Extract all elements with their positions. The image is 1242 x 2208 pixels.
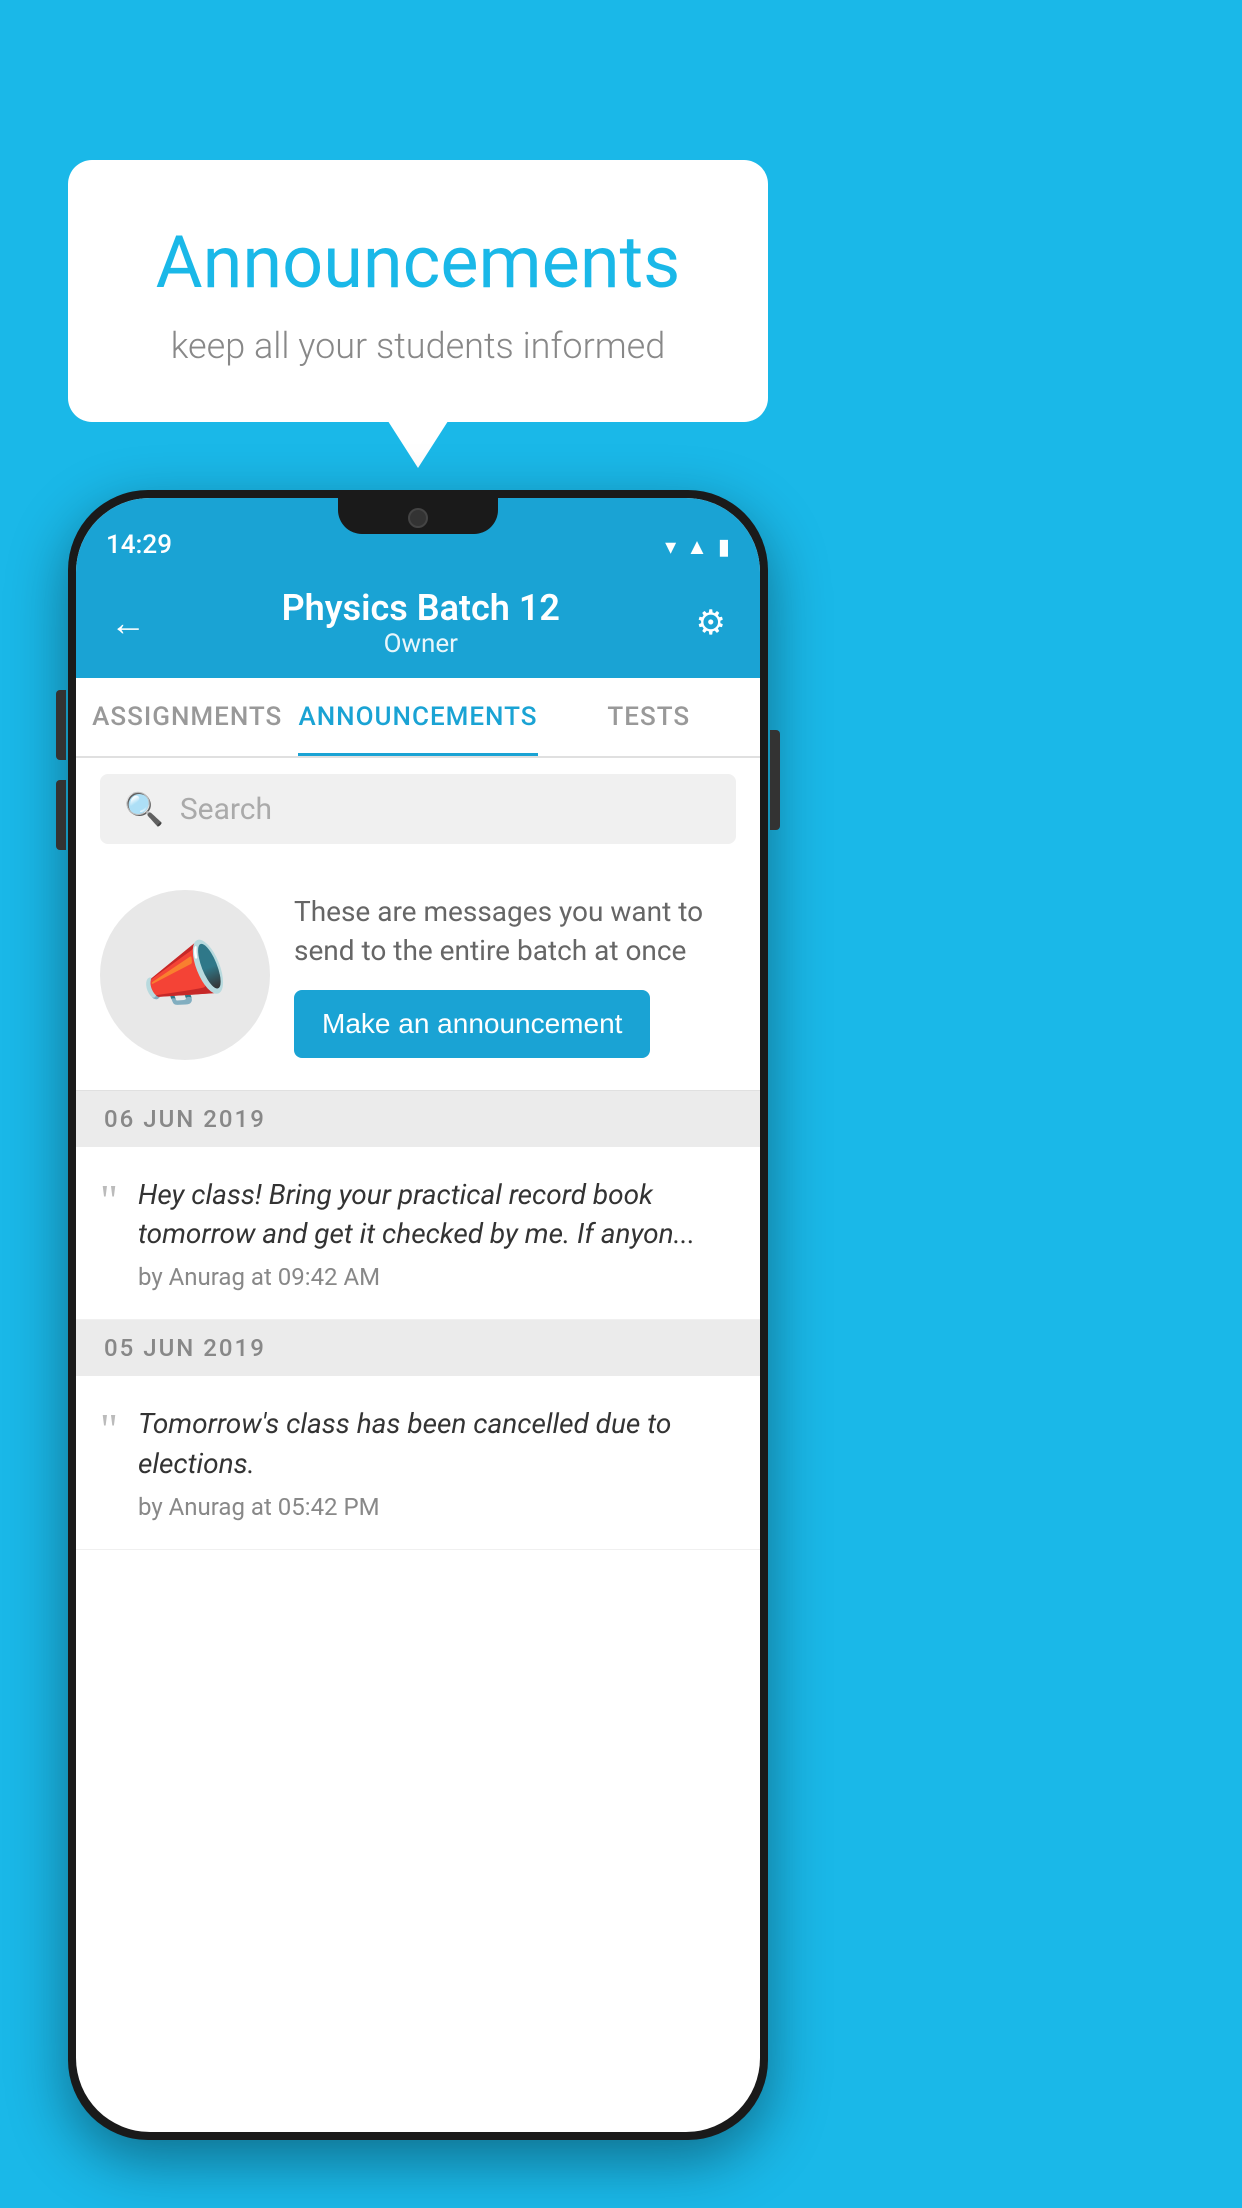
tab-assignments[interactable]: ASSIGNMENTS — [76, 678, 298, 756]
front-camera — [408, 508, 428, 528]
promo-right: These are messages you want to send to t… — [294, 892, 736, 1058]
date-divider-1: 06 JUN 2019 — [76, 1091, 760, 1147]
announcement-meta-2: by Anurag at 05:42 PM — [138, 1493, 736, 1521]
quote-icon-1: " — [100, 1179, 118, 1223]
tab-announcements[interactable]: ANNOUNCEMENTS — [298, 678, 537, 756]
announcement-content-2: Tomorrow's class has been cancelled due … — [138, 1404, 736, 1520]
megaphone-icon: 📣 — [141, 934, 228, 1016]
announcement-meta-1: by Anurag at 09:42 AM — [138, 1263, 736, 1291]
quote-icon-2: " — [100, 1408, 118, 1452]
gear-icon[interactable]: ⚙ — [686, 593, 736, 653]
announcement-text-1: Hey class! Bring your practical record b… — [138, 1175, 736, 1253]
content-area: 🔍 Search 📣 These are messages you want t… — [76, 758, 760, 1550]
status-icons: ▾ ▲ ▮ — [665, 534, 730, 560]
battery-icon: ▮ — [718, 535, 730, 560]
volume-down-button[interactable] — [56, 780, 66, 850]
announcement-item-1[interactable]: " Hey class! Bring your practical record… — [76, 1147, 760, 1320]
search-icon: 🔍 — [124, 790, 164, 828]
search-placeholder: Search — [180, 792, 272, 827]
app-bar: ← Physics Batch 12 Owner ⚙ — [76, 568, 760, 678]
speech-bubble-wrapper: Announcements keep all your students inf… — [68, 160, 768, 422]
announcement-text-2: Tomorrow's class has been cancelled due … — [138, 1404, 736, 1482]
batch-role: Owner — [156, 629, 686, 659]
app-bar-title: Physics Batch 12 Owner — [156, 587, 686, 659]
phone-outer: 14:29 ▾ ▲ ▮ ← Physics Batch 12 Owner ⚙ — [68, 490, 768, 2140]
wifi-icon: ▾ — [665, 535, 676, 560]
promo-icon-circle: 📣 — [100, 890, 270, 1060]
announcements-subtitle: keep all your students informed — [118, 325, 718, 367]
search-bar-wrapper: 🔍 Search — [76, 758, 760, 860]
tab-tests[interactable]: TESTS — [538, 678, 760, 756]
phone-wrapper: 14:29 ▾ ▲ ▮ ← Physics Batch 12 Owner ⚙ — [68, 490, 768, 2140]
make-announcement-button[interactable]: Make an announcement — [294, 990, 650, 1058]
phone-notch — [338, 498, 498, 534]
power-button[interactable] — [770, 730, 780, 830]
status-time: 14:29 — [106, 530, 172, 560]
signal-icon: ▲ — [686, 534, 708, 560]
phone-screen: 14:29 ▾ ▲ ▮ ← Physics Batch 12 Owner ⚙ — [76, 498, 760, 2132]
announcement-promo: 📣 These are messages you want to send to… — [76, 860, 760, 1091]
back-button[interactable]: ← — [100, 592, 156, 654]
search-bar[interactable]: 🔍 Search — [100, 774, 736, 844]
promo-description: These are messages you want to send to t… — [294, 892, 736, 970]
announcement-content-1: Hey class! Bring your practical record b… — [138, 1175, 736, 1291]
announcement-item-2[interactable]: " Tomorrow's class has been cancelled du… — [76, 1376, 760, 1549]
batch-name: Physics Batch 12 — [156, 587, 686, 629]
date-divider-2: 05 JUN 2019 — [76, 1320, 760, 1376]
volume-up-button[interactable] — [56, 690, 66, 760]
announcements-title: Announcements — [118, 220, 718, 305]
speech-bubble: Announcements keep all your students inf… — [68, 160, 768, 422]
tabs-bar: ASSIGNMENTS ANNOUNCEMENTS TESTS — [76, 678, 760, 758]
